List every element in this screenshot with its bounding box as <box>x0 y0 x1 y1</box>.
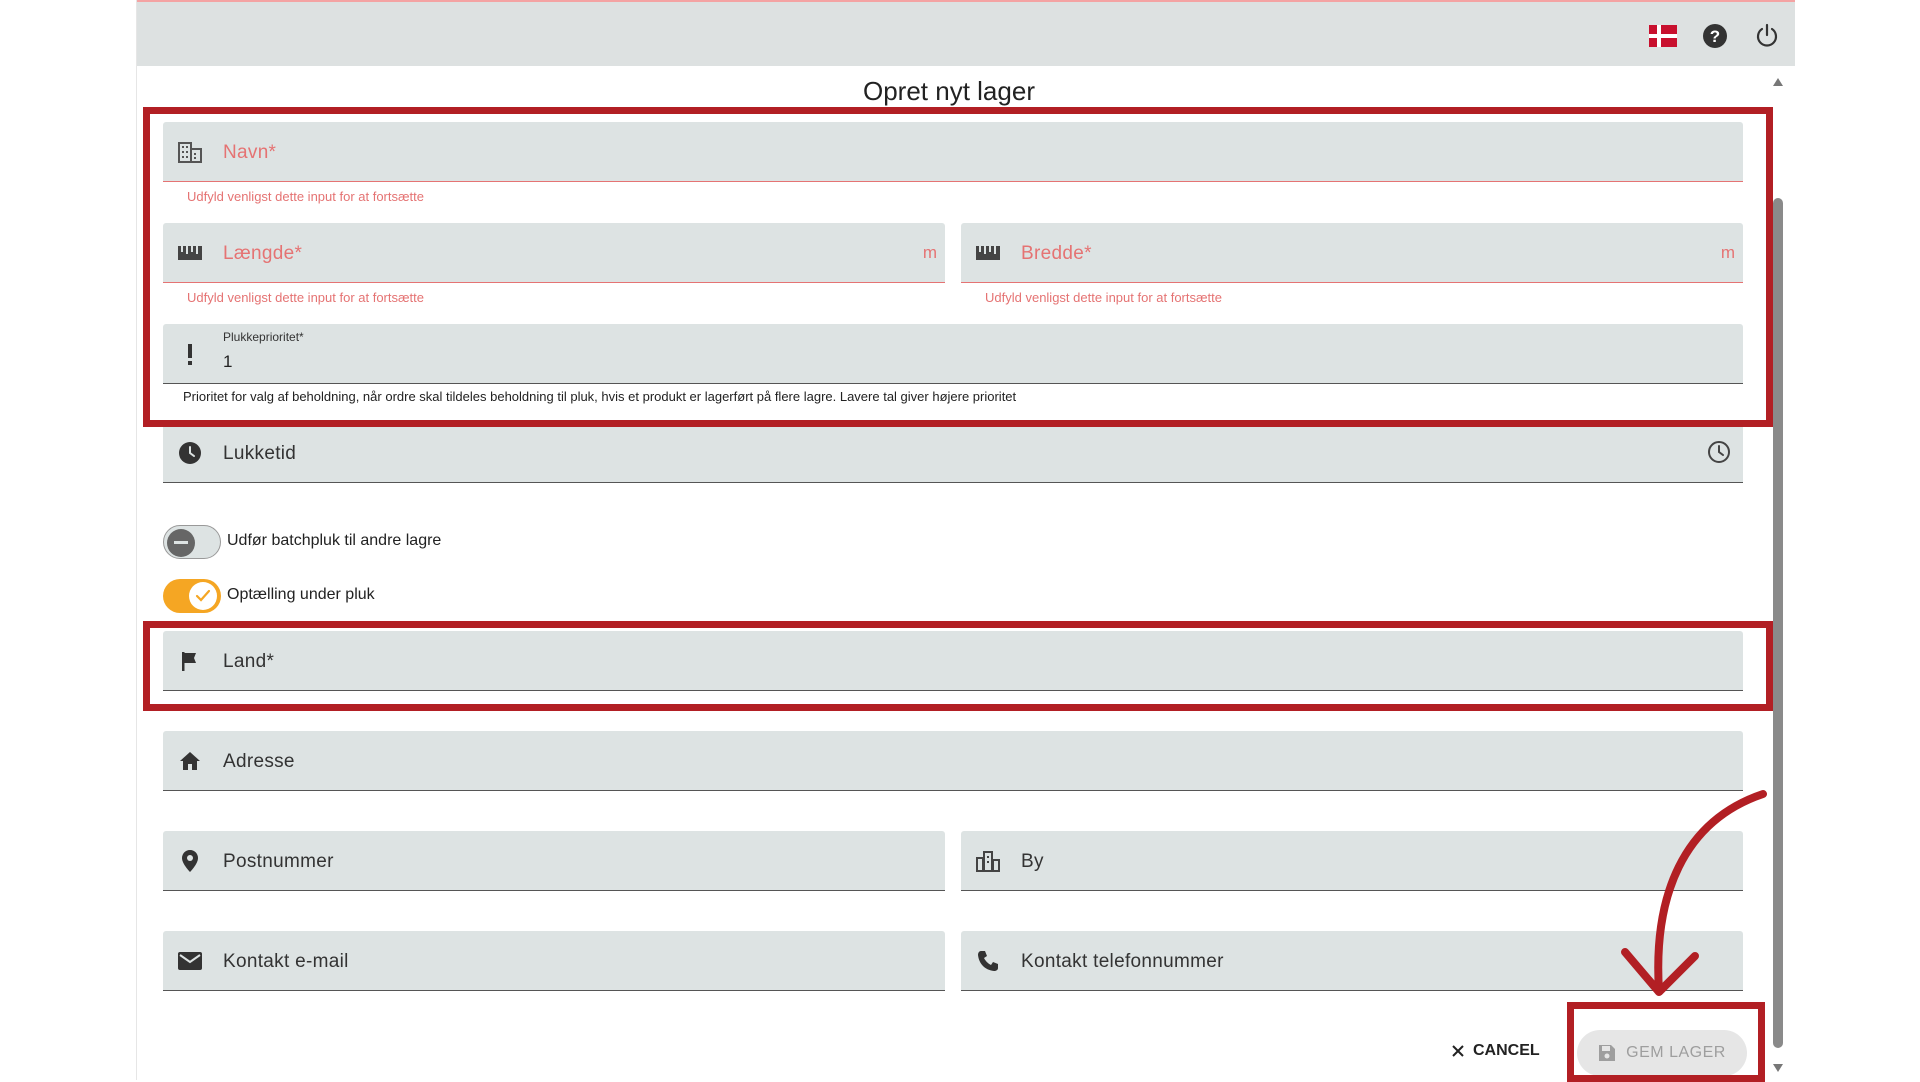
highlight-country-box <box>143 621 1773 711</box>
cancel-button[interactable]: CANCEL <box>1451 1042 1540 1060</box>
scroll-up-arrow-icon[interactable] <box>1772 74 1784 92</box>
address-field[interactable]: Adresse <box>163 731 1743 791</box>
city-label: By <box>1021 851 1044 872</box>
scroll-down-arrow-icon[interactable] <box>1772 1060 1784 1078</box>
closing-time-field[interactable]: Lukketid <box>163 423 1743 483</box>
top-bar: ? <box>137 0 1795 66</box>
dialog-title: Opret nyt lager <box>863 76 1035 106</box>
cancel-label: CANCEL <box>1473 1042 1540 1059</box>
danish-flag-icon[interactable] <box>1649 22 1677 50</box>
count-during-pick-toggle[interactable] <box>163 579 221 613</box>
contact-email-label: Kontakt e-mail <box>223 951 349 972</box>
batch-pick-toggle[interactable] <box>163 525 221 559</box>
mail-icon <box>177 948 203 974</box>
toggle-off-knob <box>167 529 195 557</box>
postal-code-field[interactable]: Postnummer <box>163 831 945 891</box>
annotation-arrow <box>1621 790 1767 996</box>
city-icon <box>975 848 1001 874</box>
create-warehouse-dialog: Opret nyt lager Navn* Udfyld venligst de… <box>143 66 1773 1082</box>
checkmark-icon <box>189 582 217 610</box>
phone-icon <box>975 948 1001 974</box>
address-label: Adresse <box>223 751 295 772</box>
location-pin-icon <box>177 848 203 874</box>
highlight-required-fields-box <box>143 107 1773 427</box>
help-icon[interactable]: ? <box>1701 22 1729 50</box>
count-during-pick-label: Optælling under pluk <box>227 586 375 603</box>
contact-email-field[interactable]: Kontakt e-mail <box>163 931 945 991</box>
svg-text:?: ? <box>1710 27 1720 46</box>
clock-picker-icon[interactable] <box>1707 440 1731 469</box>
power-icon[interactable] <box>1753 22 1781 50</box>
batch-pick-label: Udfør batchpluk til andre lagre <box>227 532 442 549</box>
scrollbar[interactable] <box>1769 66 1787 1080</box>
clock-icon <box>177 440 203 466</box>
contact-phone-label: Kontakt telefonnummer <box>1021 951 1224 972</box>
closing-time-label: Lukketid <box>223 443 297 464</box>
close-icon <box>1452 1045 1464 1057</box>
home-icon <box>177 748 203 774</box>
scrollbar-thumb[interactable] <box>1773 198 1783 1048</box>
postal-code-label: Postnummer <box>223 851 334 872</box>
app-window: ? Opret nyt lager Navn* Udfyld venligst … <box>136 0 1795 1082</box>
